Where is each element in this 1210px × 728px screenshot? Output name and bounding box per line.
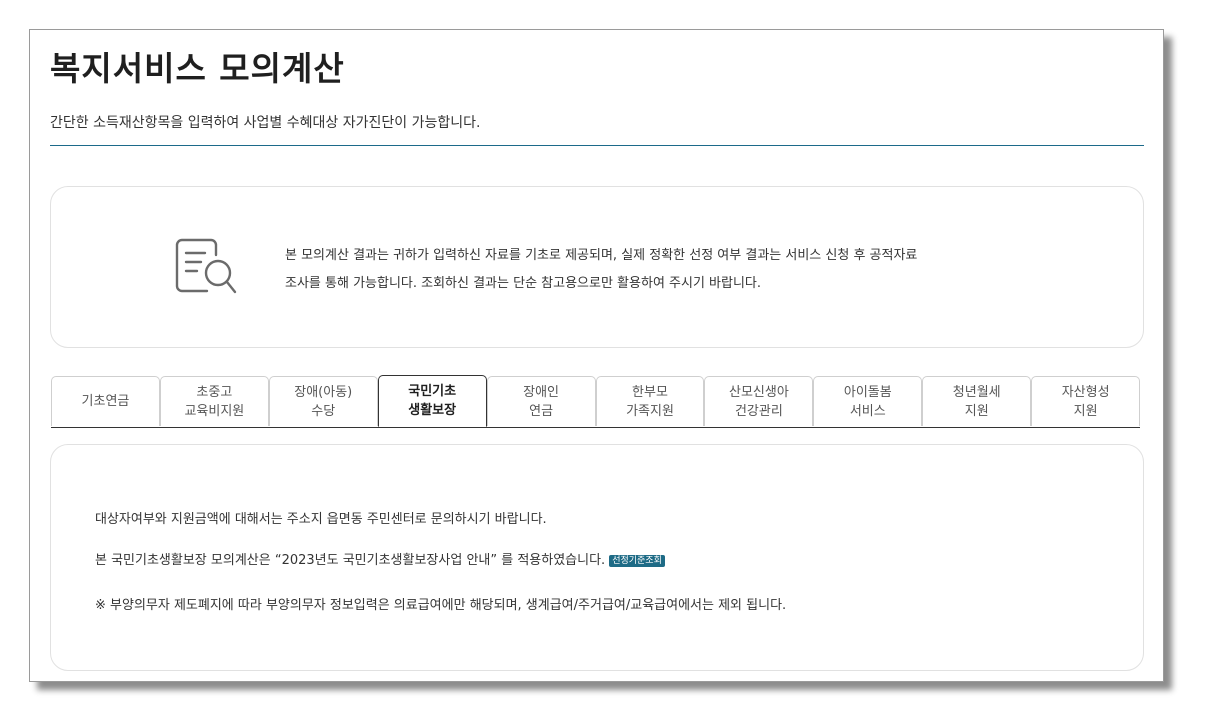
tab-label: 장애(아동)	[294, 384, 353, 400]
page-title: 복지서비스 모의계산	[50, 49, 345, 88]
tab-label: 기초연금	[81, 394, 130, 409]
document-search-icon	[175, 238, 237, 294]
tab-label: 건강관리	[734, 403, 783, 419]
tab-label: 산모신생아	[728, 384, 789, 400]
info-line-obligation: ※ 부양의무자 제도폐지에 따라 부양의무자 정보입력은 의료급여에만 해당되며…	[95, 598, 787, 613]
page-subtitle: 간단한 소득재산항목을 입력하여 사업별 수혜대상 자가진단이 가능합니다.	[50, 115, 481, 131]
tab-label: 지원	[1073, 403, 1098, 419]
tab-basic-pension[interactable]: 기초연금	[51, 376, 160, 426]
tab-childcare-service[interactable]: 아이돌봄 서비스	[813, 376, 923, 426]
notice-text: 본 모의계산 결과는 귀하가 입력하신 자료를 기초로 제공되며, 실제 정확한…	[285, 242, 1045, 298]
tab-disability-pension[interactable]: 장애인 연금	[486, 376, 596, 426]
tab-label: 아이돌봄	[843, 384, 892, 400]
tab-label: 수당	[311, 403, 336, 419]
tab-single-parent[interactable]: 한부모 가족지원	[595, 376, 705, 426]
info-line-inquiry: 대상자여부와 지원금액에 대해서는 주소지 읍면동 주민센터로 문의하시기 바랍…	[95, 512, 547, 527]
tab-label: 서비스	[849, 403, 886, 419]
tab-label: 교육비지원	[184, 403, 245, 419]
tab-label: 자산형성	[1061, 384, 1110, 400]
tab-label: 초중고	[196, 384, 233, 400]
tab-label: 국민기초	[408, 384, 457, 399]
tab-basic-livelihood[interactable]: 국민기초 생활보장	[377, 375, 487, 427]
tab-maternal-newborn[interactable]: 산모신생아 건강관리	[704, 376, 814, 426]
info-guide-text: 본 국민기초생활보장 모의계산은 “2023년도 국민기초생활보장사업 안내” …	[95, 553, 606, 568]
tab-disability-child-allowance[interactable]: 장애(아동) 수당	[268, 376, 378, 426]
content-frame: 복지서비스 모의계산 간단한 소득재산항목을 입력하여 사업별 수혜대상 자가진…	[29, 29, 1164, 682]
tab-youth-rent[interactable]: 청년월세 지원	[922, 376, 1032, 426]
tab-label: 연금	[529, 403, 554, 419]
notice-line: 본 모의계산 결과는 귀하가 입력하신 자료를 기초로 제공되며, 실제 정확한…	[285, 248, 918, 263]
notice-line: 조사를 통해 가능합니다. 조회하신 결과는 단순 참고용으로만 활용하여 주시…	[285, 276, 762, 291]
service-tabs: 기초연금 초중고 교육비지원 장애(아동) 수당 국민기초 생활보장 장애인 연…	[51, 375, 1141, 428]
info-line-guide: 본 국민기초생활보장 모의계산은 “2023년도 국민기초생활보장사업 안내” …	[95, 549, 665, 568]
tab-label: 한부모	[632, 384, 668, 400]
tab-label: 장애인	[523, 384, 560, 400]
tab-label: 가족지원	[626, 403, 674, 419]
tab-label: 청년월세	[952, 384, 1001, 400]
info-box: 대상자여부와 지원금액에 대해서는 주소지 읍면동 주민센터로 문의하시기 바랍…	[50, 444, 1144, 671]
selection-criteria-button[interactable]: 선정기준조회	[609, 555, 665, 567]
tab-label: 지원	[964, 403, 989, 419]
title-divider	[50, 145, 1144, 146]
tab-label: 생활보장	[408, 403, 457, 418]
notice-box: 본 모의계산 결과는 귀하가 입력하신 자료를 기초로 제공되며, 실제 정확한…	[50, 186, 1144, 348]
tab-asset-building[interactable]: 자산형성 지원	[1031, 376, 1141, 426]
tab-education-support[interactable]: 초중고 교육비지원	[159, 376, 269, 426]
